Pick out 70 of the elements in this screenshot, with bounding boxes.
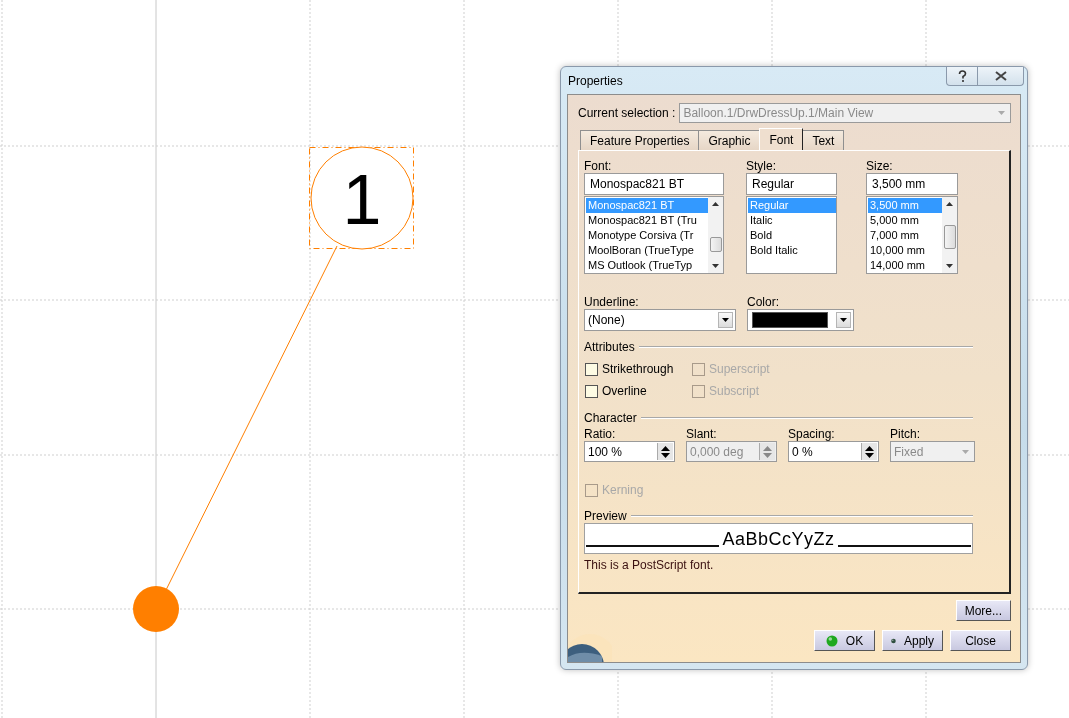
scrollbar[interactable] — [708, 197, 723, 273]
list-item[interactable]: Bold Italic — [748, 243, 836, 258]
scroll-down-icon — [946, 264, 953, 268]
action-button[interactable]: Close — [950, 630, 1011, 651]
field-label: Underline: — [584, 295, 640, 309]
text-field[interactable]: Monospac821 BT — [584, 173, 724, 195]
group-title: Character — [584, 411, 637, 425]
help-icon — [957, 69, 967, 83]
group-title: Attributes — [584, 340, 635, 354]
current-selection-label: Current selection : — [578, 106, 676, 120]
list-item[interactable]: MoolBoran (TrueType — [586, 243, 708, 258]
preview-sample: AaBbCcYyZz — [722, 529, 835, 549]
dropdown-arrow-icon — [840, 318, 847, 322]
balloon-number: 1 — [342, 161, 382, 239]
field-label: Spacing: — [788, 427, 836, 441]
dropdown-arrow-icon — [962, 449, 969, 454]
group-title: Preview — [584, 509, 627, 523]
list-item[interactable]: 10,000 mm — [868, 243, 942, 258]
scroll-thumb[interactable] — [943, 225, 956, 249]
action-button[interactable]: OK — [814, 630, 875, 651]
field-label: Slant: — [686, 427, 718, 441]
underline-dropdown[interactable]: (None) — [584, 309, 736, 331]
field-label: Pitch: — [890, 427, 921, 441]
scroll-up-icon — [946, 202, 953, 206]
checkbox[interactable]: Strikethrough — [585, 362, 692, 376]
close-icon — [994, 71, 1007, 81]
field-label: Font: — [584, 159, 613, 173]
field-label: Ratio: — [584, 427, 617, 441]
field-label: Color: — [747, 295, 780, 309]
balloon[interactable] — [309, 146, 414, 250]
spinner-field[interactable]: 0 % — [788, 441, 879, 462]
sphere-icon — [825, 634, 838, 647]
more-button[interactable]: More... — [955, 600, 1011, 621]
spin-down-icon — [661, 452, 670, 458]
color-dropdown[interactable] — [747, 309, 854, 331]
field-label: Size: — [866, 159, 894, 173]
font-note: This is a PostScript font. — [584, 558, 715, 572]
window-title: Properties — [568, 73, 623, 88]
anchor-dot — [133, 586, 179, 632]
scroll-up-icon — [712, 202, 719, 206]
list-item[interactable]: 14,000 mm — [868, 258, 942, 273]
tab[interactable]: Text — [802, 130, 845, 150]
text-field[interactable]: 3,500 mm — [866, 173, 958, 195]
list-item[interactable]: Monotype Corsiva (Tr — [586, 228, 708, 243]
dropdown-arrow-icon — [722, 318, 729, 322]
dropdown-arrow-icon — [998, 111, 1005, 115]
spinner-field[interactable]: 100 % — [584, 441, 675, 462]
tab[interactable]: Graphic — [698, 130, 761, 150]
list-item[interactable]: Italic — [748, 213, 836, 228]
spin-up-icon — [865, 445, 874, 451]
scrollbar[interactable] — [942, 197, 957, 273]
action-button[interactable]: Apply — [882, 630, 943, 651]
list-item[interactable]: Monospac821 BT (Tru — [586, 213, 708, 228]
text-field[interactable]: Regular — [746, 173, 837, 195]
list-item[interactable]: MS Outlook (TrueTyp — [586, 258, 708, 273]
list-item[interactable]: Bold — [748, 228, 836, 243]
spin-down-icon — [763, 452, 772, 458]
spin-up-icon — [763, 445, 772, 451]
scroll-down-icon — [712, 264, 719, 268]
tab[interactable]: Feature Properties — [580, 130, 700, 150]
list-item[interactable]: 5,000 mm — [868, 213, 942, 228]
scroll-thumb[interactable] — [709, 236, 722, 252]
spin-up-icon — [661, 445, 670, 451]
field-label: Style: — [746, 159, 777, 173]
spin-down-icon — [865, 452, 874, 458]
tab[interactable]: Font — [759, 128, 804, 150]
list-item[interactable]: 7,000 mm — [868, 228, 942, 243]
close-button[interactable] — [978, 67, 1024, 86]
help-button[interactable] — [946, 67, 978, 86]
checkbox[interactable]: Overline — [585, 384, 692, 398]
